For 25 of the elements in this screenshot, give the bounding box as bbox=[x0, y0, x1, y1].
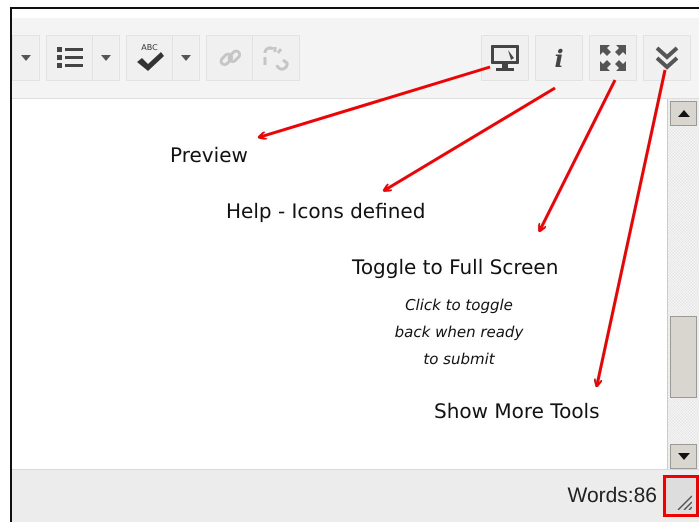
annotation-label: Help - Icons defined bbox=[226, 199, 426, 223]
annotation-note: Click to toggle back when ready to submit bbox=[394, 295, 524, 370]
up-triangle-icon bbox=[678, 110, 690, 117]
scrollbar[interactable] bbox=[667, 99, 699, 469]
scroll-thumb[interactable] bbox=[670, 316, 697, 398]
word-count: Words:86 bbox=[568, 484, 657, 508]
annotation-label: Preview bbox=[170, 143, 249, 167]
info-icon: i bbox=[554, 44, 564, 72]
annotation-label: Show More Tools bbox=[434, 399, 601, 423]
monitor-icon bbox=[490, 44, 520, 72]
scroll-down-button[interactable] bbox=[670, 444, 697, 469]
broken-link-icon bbox=[261, 45, 291, 71]
caret-icon bbox=[101, 55, 111, 61]
scroll-up-button[interactable] bbox=[670, 101, 697, 126]
resize-handle[interactable] bbox=[663, 475, 699, 517]
annotation-label: Toggle to Full Screen bbox=[352, 255, 560, 279]
double-chevron-icon bbox=[654, 45, 680, 71]
caret-icon bbox=[181, 55, 191, 61]
spellcheck-label: ABC bbox=[141, 44, 158, 52]
numbered-list-icon bbox=[56, 46, 82, 70]
down-triangle-icon bbox=[678, 453, 690, 460]
resize-grip-icon bbox=[676, 494, 692, 510]
checkmark-icon bbox=[134, 52, 164, 72]
fullscreen-icon bbox=[599, 44, 627, 72]
caret-icon bbox=[21, 55, 31, 61]
